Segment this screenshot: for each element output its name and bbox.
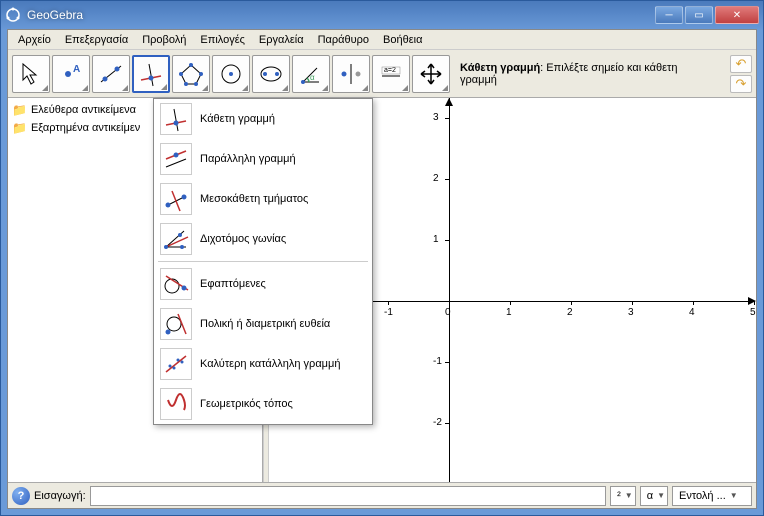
tool-move[interactable] [12,55,50,93]
titlebar: GeoGebra ─ ▭ ✕ [1,1,763,29]
toolbar: A α a=2 Κάθετη γραμμή: Επιλέξτε σημείο κ… [8,50,756,98]
maximize-button[interactable]: ▭ [685,6,713,24]
dd-angle-bisector[interactable]: Διχοτόμος γωνίας [154,219,372,259]
tool-dropdown: Κάθετη γραμμή Παράλληλη γραμμή Μεσοκάθετ… [153,98,373,425]
svg-text:A: A [73,64,80,75]
tangents-icon [160,268,192,300]
undo-redo-group: ↶ ↷ [730,55,752,93]
window-controls: ─ ▭ ✕ [655,6,759,24]
parallel-line-icon [160,143,192,175]
dd-label: Διχοτόμος γωνίας [200,233,286,245]
dd-perpendicular-bisector[interactable]: Μεσοκάθετη τμήματος [154,179,372,219]
tool-hint-title: Κάθετη γραμμή [460,62,540,74]
minimize-button[interactable]: ─ [655,6,683,24]
dd-locus[interactable]: Γεωμετρικός τόπος [154,384,372,424]
close-button[interactable]: ✕ [715,6,759,24]
combo-superscript[interactable]: ²▼ [610,486,636,506]
tool-perpendicular[interactable] [132,55,170,93]
tool-polygon[interactable] [172,55,210,93]
menu-options[interactable]: Επιλογές [194,32,251,48]
dd-label: Κάθετη γραμμή [200,113,275,125]
best-fit-line-icon [160,348,192,380]
folder-icon: 📁 [12,121,27,135]
help-icon[interactable]: ? [12,487,30,505]
angle-bisector-icon [160,223,192,255]
input-bar: ? Εισαγωγή: ²▼ α▼ Εντολή ...▼ [8,482,756,508]
perpendicular-line-icon [160,103,192,135]
menu-file[interactable]: Αρχείο [12,32,57,48]
tree-label: Εξαρτημένα αντικείμεν [31,122,140,134]
window-title: GeoGebra [27,8,655,22]
combo-command[interactable]: Εντολή ...▼ [672,486,752,506]
dd-label: Παράλληλη γραμμή [200,153,296,165]
dd-parallel-line[interactable]: Παράλληλη γραμμή [154,139,372,179]
tool-point[interactable]: A [52,55,90,93]
tree-label: Ελεύθερα αντικείμενα [31,104,136,116]
tool-conic[interactable] [252,55,290,93]
svg-text:a=2: a=2 [384,67,396,74]
svg-text:α: α [310,73,315,82]
dd-polar-line[interactable]: Πολική ή διαμετρική ευθεία [154,304,372,344]
workspace: 📁 Ελεύθερα αντικείμενα 📁 Εξαρτημένα αντι… [8,98,756,482]
menu-tools[interactable]: Εργαλεία [253,32,310,48]
input-label: Εισαγωγή: [34,490,86,502]
dd-label: Μεσοκάθετη τμήματος [200,193,308,205]
input-field[interactable] [90,486,606,506]
dd-best-fit-line[interactable]: Καλύτερη κατάλληλη γραμμή [154,344,372,384]
locus-icon [160,388,192,420]
dd-label: Πολική ή διαμετρική ευθεία [200,318,330,330]
app-window: GeoGebra ─ ▭ ✕ Αρχείο Επεξεργασία Προβολ… [0,0,764,516]
tool-hint: Κάθετη γραμμή: Επιλέξτε σημείο και κάθετ… [450,60,726,88]
combo-greek[interactable]: α▼ [640,486,668,506]
tool-line[interactable] [92,55,130,93]
menubar: Αρχείο Επεξεργασία Προβολή Επιλογές Εργα… [8,30,756,50]
undo-button[interactable]: ↶ [730,55,752,73]
dd-label: Γεωμετρικός τόπος [200,398,293,410]
folder-icon: 📁 [12,103,27,117]
client-area: Αρχείο Επεξεργασία Προβολή Επιλογές Εργα… [7,29,757,509]
tool-reflect[interactable] [332,55,370,93]
menu-view[interactable]: Προβολή [136,32,192,48]
redo-button[interactable]: ↷ [730,75,752,93]
dd-label: Καλύτερη κατάλληλη γραμμή [200,358,340,370]
tool-move-view[interactable] [412,55,450,93]
menu-edit[interactable]: Επεξεργασία [59,32,134,48]
tool-group: A α a=2 [12,55,450,93]
menu-window[interactable]: Παράθυρο [312,32,375,48]
menu-help[interactable]: Βοήθεια [377,32,428,48]
app-icon [5,7,21,23]
tool-circle[interactable] [212,55,250,93]
polar-line-icon [160,308,192,340]
tool-slider[interactable]: a=2 [372,55,410,93]
dd-label: Εφαπτόμενες [200,278,266,290]
dd-perpendicular-line[interactable]: Κάθετη γραμμή [154,99,372,139]
tool-angle[interactable]: α [292,55,330,93]
separator [158,261,368,262]
perpendicular-bisector-icon [160,183,192,215]
dd-tangents[interactable]: Εφαπτόμενες [154,264,372,304]
